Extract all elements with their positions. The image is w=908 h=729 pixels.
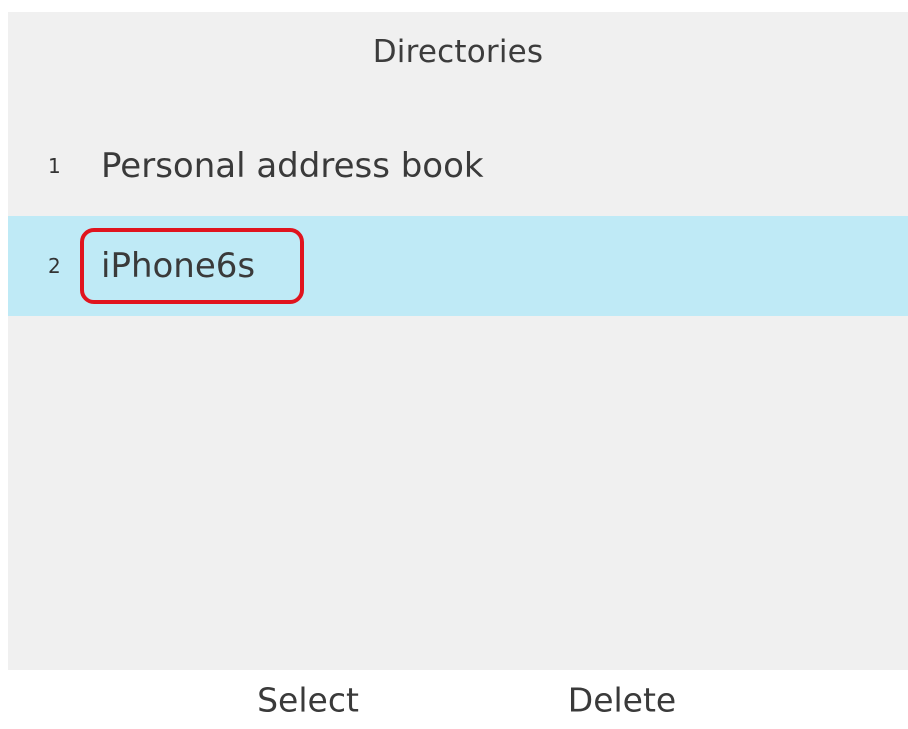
delete-softkey[interactable]: Delete [568, 680, 676, 719]
list-item-index: 2 [48, 254, 61, 278]
phone-screen: Directories 1 Personal address book 2 iP… [8, 12, 908, 670]
list-item-index: 1 [48, 154, 61, 178]
softkey-bar: Select Delete [0, 670, 908, 729]
page-title: Directories [372, 34, 544, 70]
list-item-personal-address-book[interactable]: 1 Personal address book [8, 116, 908, 216]
list-item-label: Personal address book [101, 146, 484, 186]
list-item-label: iPhone6s [101, 246, 256, 286]
select-softkey[interactable]: Select [257, 680, 359, 719]
list-item-iphone6s[interactable]: 2 iPhone6s [8, 216, 908, 316]
directory-list: 1 Personal address book 2 iPhone6s [8, 116, 908, 316]
